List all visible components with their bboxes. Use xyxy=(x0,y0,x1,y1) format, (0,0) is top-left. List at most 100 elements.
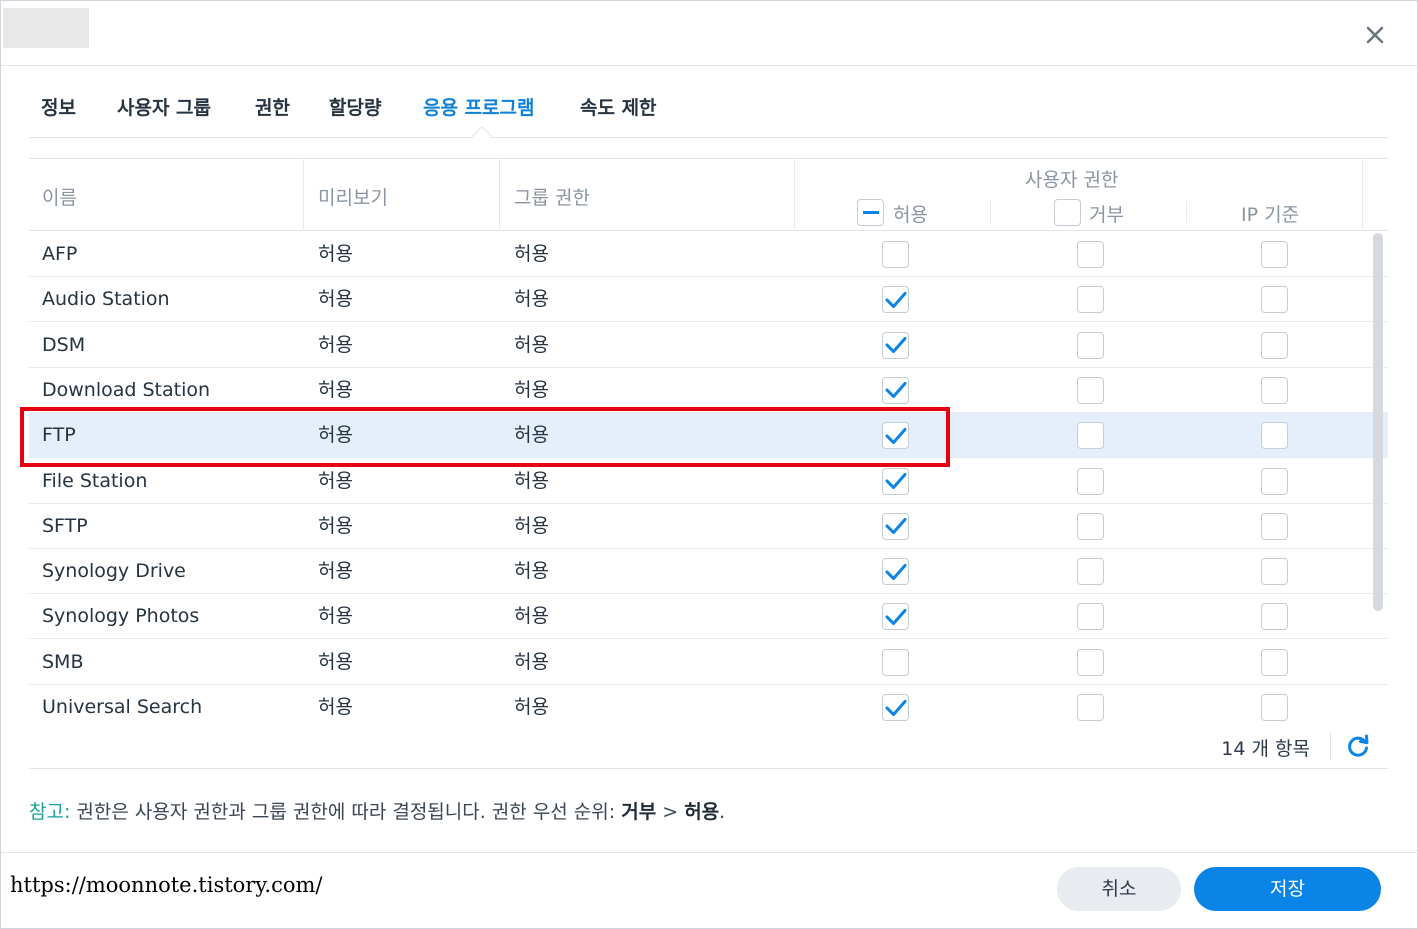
table-row[interactable]: FTP 허용 허용 xyxy=(29,413,1388,459)
refresh-icon xyxy=(1348,734,1369,757)
table-row[interactable]: Synology Drive 허용 허용 xyxy=(29,549,1388,595)
allow-checkbox[interactable] xyxy=(882,376,909,404)
close-icon xyxy=(1366,26,1384,44)
checkmark-icon xyxy=(885,563,906,580)
refresh-button[interactable] xyxy=(1345,733,1371,759)
checkmark-icon xyxy=(885,473,906,489)
edit-user-dialog: 정보 사용자 그룹 권한 할당량 응용 프로그램 속도 제한 이름 미리보기 그… xyxy=(0,0,1418,929)
preview-value: 허용 xyxy=(318,650,353,673)
group-permission-value: 허용 xyxy=(514,560,549,583)
group-permission-value: 허용 xyxy=(514,333,549,356)
allow-checkbox[interactable] xyxy=(882,467,909,495)
deny-checkbox[interactable] xyxy=(1077,422,1104,450)
tab-applications[interactable]: 응용 프로그램 xyxy=(423,87,535,129)
active-tab-indicator xyxy=(472,126,492,146)
ip-based-checkbox[interactable] xyxy=(1261,694,1288,721)
deny-checkbox[interactable] xyxy=(1077,376,1104,404)
header-divider xyxy=(1,65,1418,66)
table-row[interactable]: DSM 허용 허용 xyxy=(29,323,1388,368)
allow-checkbox[interactable] xyxy=(882,286,909,314)
dialog-title-redacted xyxy=(3,8,89,48)
ip-based-checkbox[interactable] xyxy=(1261,648,1288,676)
ip-based-checkbox[interactable] xyxy=(1261,376,1288,404)
app-name: DSM xyxy=(42,333,86,356)
deny-checkbox[interactable] xyxy=(1077,648,1104,676)
preview-value: 허용 xyxy=(318,696,353,718)
column-header-name[interactable]: 이름 xyxy=(42,183,77,210)
allow-checkbox[interactable] xyxy=(882,558,909,586)
allow-checkbox[interactable] xyxy=(882,241,909,268)
group-permission-value: 허용 xyxy=(514,605,549,628)
tab-quota[interactable]: 할당량 xyxy=(329,87,381,129)
allow-checkbox[interactable] xyxy=(882,603,909,631)
tab-speed-limit[interactable]: 속도 제한 xyxy=(580,87,657,129)
deny-checkbox[interactable] xyxy=(1077,241,1104,268)
table-row[interactable]: File Station 허용 허용 xyxy=(29,459,1388,504)
item-count: 14 개 항목 xyxy=(1221,738,1310,760)
table-row[interactable]: Download Station 허용 허용 xyxy=(29,368,1388,413)
preview-value: 허용 xyxy=(318,514,353,537)
deny-checkbox[interactable] xyxy=(1077,512,1104,540)
ip-based-checkbox[interactable] xyxy=(1261,603,1288,631)
note-deny: 거부 xyxy=(621,801,657,823)
vertical-scrollbar[interactable] xyxy=(1373,233,1383,611)
preview-value: 허용 xyxy=(318,469,353,492)
deny-checkbox[interactable] xyxy=(1077,558,1104,586)
allow-checkbox[interactable] xyxy=(882,694,909,721)
checkmark-icon xyxy=(885,382,906,399)
checkmark-icon xyxy=(885,518,906,535)
group-permission-value: 허용 xyxy=(514,288,549,311)
deny-checkbox[interactable] xyxy=(1077,286,1104,314)
allow-all-checkbox[interactable] xyxy=(857,199,884,226)
allow-checkbox[interactable] xyxy=(882,331,909,359)
deny-all-checkbox[interactable] xyxy=(1054,199,1081,226)
deny-checkbox[interactable] xyxy=(1077,467,1104,495)
footer-separator xyxy=(1330,732,1331,760)
column-separator xyxy=(1362,159,1363,231)
ip-based-checkbox[interactable] xyxy=(1261,286,1288,314)
table-row[interactable]: Universal Search 허용 허용 xyxy=(29,685,1388,724)
save-button[interactable]: 저장 xyxy=(1194,867,1381,911)
preview-value: 허용 xyxy=(318,378,353,401)
deny-checkbox[interactable] xyxy=(1077,694,1104,721)
ip-based-checkbox[interactable] xyxy=(1261,558,1288,586)
tab-user-groups[interactable]: 사용자 그룹 xyxy=(117,87,211,129)
tab-permissions[interactable]: 권한 xyxy=(255,87,290,129)
group-permission-value: 허용 xyxy=(514,424,549,447)
app-name: AFP xyxy=(42,243,78,265)
table-row[interactable]: AFP 허용 허용 xyxy=(29,232,1388,277)
ip-based-checkbox[interactable] xyxy=(1261,467,1288,495)
tab-bar: 정보 사용자 그룹 권한 할당량 응용 프로그램 속도 제한 xyxy=(29,87,1388,146)
note-separator: > xyxy=(656,801,685,823)
ip-based-checkbox[interactable] xyxy=(1261,422,1288,450)
tab-info[interactable]: 정보 xyxy=(41,87,76,129)
close-button[interactable] xyxy=(1359,19,1391,51)
checkmark-icon xyxy=(885,337,906,354)
allow-checkbox[interactable] xyxy=(882,648,909,676)
column-header-preview[interactable]: 미리보기 xyxy=(318,183,388,210)
grid-body: AFP 허용 허용 Audio Station 허용 허용 DSM 허용 허용 Download … xyxy=(29,232,1388,724)
deny-checkbox[interactable] xyxy=(1077,331,1104,359)
ip-based-checkbox[interactable] xyxy=(1261,331,1288,359)
table-row[interactable]: Synology Photos 허용 허용 xyxy=(29,594,1388,640)
footer-divider xyxy=(1,852,1418,853)
app-name: FTP xyxy=(42,424,76,447)
grid-footer: 14 개 항목 xyxy=(29,724,1388,769)
column-header-deny: 거부 xyxy=(1089,204,1124,226)
column-header-allow: 허용 xyxy=(893,204,928,226)
column-header-ip-based: IP 기준 xyxy=(1241,204,1300,226)
deny-checkbox[interactable] xyxy=(1077,603,1104,631)
group-permission-value: 허용 xyxy=(514,469,549,492)
allow-checkbox[interactable] xyxy=(882,422,909,450)
table-row[interactable]: SMB 허용 허용 xyxy=(29,640,1388,685)
note-allow: 허용 xyxy=(684,801,720,823)
table-row[interactable]: SFTP 허용 허용 xyxy=(29,504,1388,549)
ip-based-checkbox[interactable] xyxy=(1261,241,1288,268)
grid-header: 이름 미리보기 그룹 권한 사용자 권한 허용 거부 IP 기준 xyxy=(29,159,1388,231)
app-name: File Station xyxy=(42,469,148,492)
cancel-button[interactable]: 취소 xyxy=(1057,867,1181,911)
allow-checkbox[interactable] xyxy=(882,512,909,540)
column-header-group-permission[interactable]: 그룹 권한 xyxy=(514,183,590,210)
table-row[interactable]: Audio Station 허용 허용 xyxy=(29,277,1388,323)
ip-based-checkbox[interactable] xyxy=(1261,512,1288,540)
